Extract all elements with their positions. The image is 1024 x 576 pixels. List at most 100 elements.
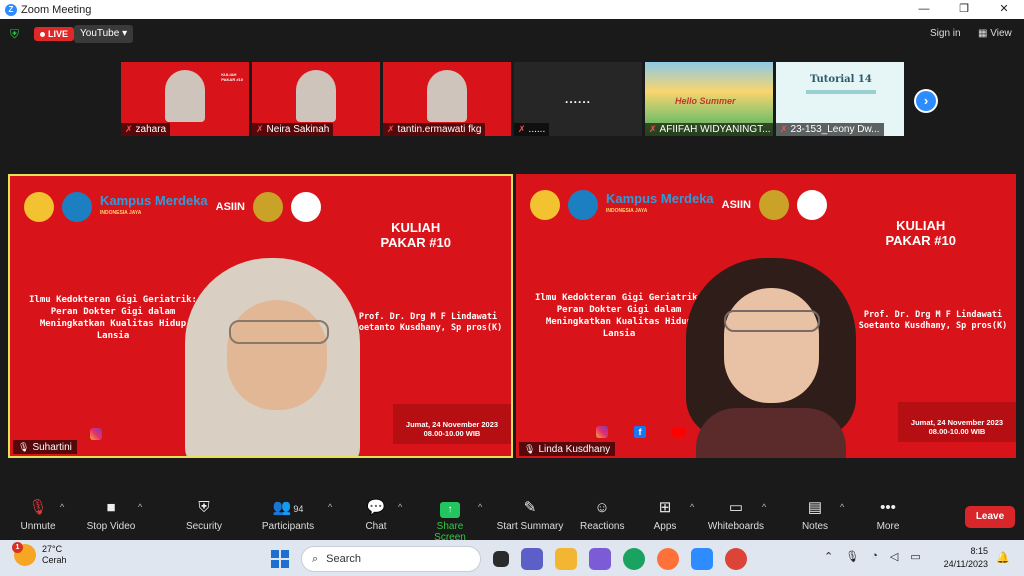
share-screen-button[interactable]: ↑ Share Screen — [420, 498, 480, 543]
copilot-icon[interactable] — [589, 548, 611, 570]
share-screen-icon: ↑ — [440, 502, 460, 518]
firefox-icon[interactable] — [657, 548, 679, 570]
security-shield-icon[interactable]: ⛨ — [10, 27, 22, 41]
unmute-options-caret[interactable]: ^ — [60, 502, 64, 512]
mic-muted-icon: ✗ — [125, 124, 133, 134]
grid-icon: ▦ — [978, 28, 991, 39]
kampus-merdeka-logo: Kampus Merdeka INDONESIA JAYA — [606, 191, 714, 214]
participant-name-label: 🎙 Suhartini — [13, 440, 77, 454]
notes-icon: ▤ — [807, 499, 823, 516]
live-dot-icon — [40, 31, 45, 37]
edge-icon[interactable] — [623, 548, 645, 570]
share-options-caret[interactable]: ^ — [478, 502, 482, 512]
teams-icon[interactable] — [521, 548, 543, 570]
view-label: View — [990, 28, 1012, 39]
taskbar-clock[interactable]: 8:15 24/11/2023 — [940, 545, 988, 571]
task-view-icon[interactable] — [493, 551, 509, 567]
participant-name-label: ✗ zahara — [121, 123, 171, 136]
live-badge[interactable]: LIVE — [34, 27, 75, 41]
close-icon[interactable]: ✕ — [984, 0, 1024, 19]
summary-icon: ✎ — [523, 499, 537, 516]
participants-button[interactable]: 👥 94 Participants — [260, 498, 316, 532]
weather-condition: Cerah — [42, 555, 67, 565]
apps-options-caret[interactable]: ^ — [690, 502, 694, 512]
notes-label: Notes — [801, 521, 829, 532]
sun-icon: 1 — [12, 542, 36, 566]
notification-bell-icon[interactable]: 🔔 — [996, 551, 1010, 564]
system-tray: ⌃ 🎙 ◔ ◁ ▭ — [824, 550, 921, 563]
meeting-topbar: ⛨ LIVE YouTube ▾ Sign in ▦ View — [0, 19, 1024, 49]
asiin-logo: ASIIN — [721, 199, 751, 211]
weather-widget[interactable]: 1 27°C Cerah — [12, 542, 67, 566]
notification-badge: 1 — [12, 542, 23, 553]
youtube-icon — [672, 427, 686, 437]
mic-muted-icon: ✗ — [256, 124, 264, 134]
video-options-caret[interactable]: ^ — [138, 502, 142, 512]
stream-target-dropdown[interactable]: YouTube ▾ — [74, 25, 134, 43]
speaker-video — [185, 258, 360, 456]
participants-options-caret[interactable]: ^ — [328, 502, 332, 512]
whiteboards-button[interactable]: ▭ Whiteboards — [706, 498, 766, 532]
stop-video-label: Stop Video — [86, 521, 136, 532]
more-button[interactable]: ••• More — [874, 498, 902, 532]
volume-icon[interactable]: ◁ — [890, 550, 898, 563]
chat-options-caret[interactable]: ^ — [398, 502, 402, 512]
window-controls: — ❐ ✕ — [904, 0, 1024, 19]
participants-icon: 👥 94 — [272, 499, 304, 516]
windows-start-icon[interactable] — [271, 550, 289, 568]
apps-label: Apps — [653, 521, 677, 532]
mic-icon: 🎙 — [18, 442, 30, 452]
participant-name-label: ✗ Neira Sakinah — [252, 123, 334, 136]
chevron-up-icon[interactable]: ⌃ — [824, 550, 833, 563]
chat-label: Chat — [365, 521, 387, 532]
participant-thumbnail[interactable]: KULIAH PAKAR #10 ✗ zahara — [121, 62, 249, 136]
university-logo-icon — [530, 190, 560, 220]
video-tile[interactable]: Kampus Merdeka INDONESIA JAYA ASIIN KULIA… — [516, 174, 1016, 458]
security-button[interactable]: ⛨ Security — [184, 498, 224, 532]
taskbar-search[interactable]: ⌕ Search — [301, 546, 481, 572]
apps-button[interactable]: ⊞ Apps — [652, 498, 678, 532]
chevron-down-icon: ▾ — [122, 28, 128, 39]
instagram-icon — [596, 426, 608, 438]
live-label: LIVE — [48, 29, 69, 39]
participant-thumbnail[interactable]: ✗ tantin.ermawati fkg — [383, 62, 511, 136]
participant-thumbnail[interactable]: Hello Summer ✗ AFIIFAH WIDYANINGT... — [645, 62, 773, 136]
banner-speaker: Prof. Dr. Drg M F Lindawati Soetanto Kusd… — [353, 312, 503, 333]
reactions-button[interactable]: ☺ Reactions — [580, 498, 624, 532]
security-label: Security — [185, 521, 223, 532]
start-summary-button[interactable]: ✎ Start Summary — [496, 498, 564, 532]
whiteboards-options-caret[interactable]: ^ — [762, 502, 766, 512]
taskbar-apps: ⌕ Search — [271, 546, 747, 572]
banner-mini-text: KULIAH PAKAR #10 — [221, 72, 243, 82]
asiin-logo: ASIIN — [215, 201, 245, 213]
weather-temp: 27°C — [42, 544, 63, 554]
sign-in-link[interactable]: Sign in — [930, 28, 961, 39]
maximize-icon[interactable]: ❐ — [944, 0, 984, 19]
zoom-taskbar-icon[interactable] — [691, 548, 713, 570]
stop-video-button[interactable]: ■ Stop Video — [84, 498, 138, 532]
window-title: Zoom Meeting — [21, 3, 92, 16]
chat-button[interactable]: 💬 Chat — [362, 498, 390, 532]
microphone-icon[interactable]: 🎙 — [845, 550, 859, 563]
chevron-right-icon: › — [916, 91, 936, 111]
speaker-video — [686, 258, 856, 458]
unmute-label: Unmute — [20, 521, 56, 532]
view-button[interactable]: ▦ View — [978, 28, 1012, 39]
chrome-icon[interactable] — [725, 548, 747, 570]
leave-button[interactable]: Leave — [965, 506, 1015, 528]
file-explorer-icon[interactable] — [555, 548, 577, 570]
notes-button[interactable]: ▤ Notes — [800, 498, 830, 532]
apps-icon: ⊞ — [658, 499, 672, 516]
notes-options-caret[interactable]: ^ — [840, 502, 844, 512]
battery-icon[interactable]: ▭ — [910, 550, 920, 563]
participant-thumbnail[interactable]: ...... ✗...... — [514, 62, 642, 136]
next-page-button[interactable]: › — [914, 89, 938, 113]
participant-thumbnail[interactable]: ✗ Neira Sakinah — [252, 62, 380, 136]
video-tile-active-speaker[interactable]: Kampus Merdeka INDONESIA JAYA ASIIN KULIA… — [8, 174, 513, 458]
participant-thumbnail[interactable]: Tutorial 14 ✗ 23-153_Leony Dw... — [776, 62, 904, 136]
minimize-icon[interactable]: — — [904, 0, 944, 19]
wifi-icon[interactable]: ◔ — [871, 550, 878, 563]
whiteboards-label: Whiteboards — [707, 521, 765, 532]
social-icons: f — [532, 426, 686, 438]
unmute-button[interactable]: 🎙 Unmute — [18, 498, 58, 532]
